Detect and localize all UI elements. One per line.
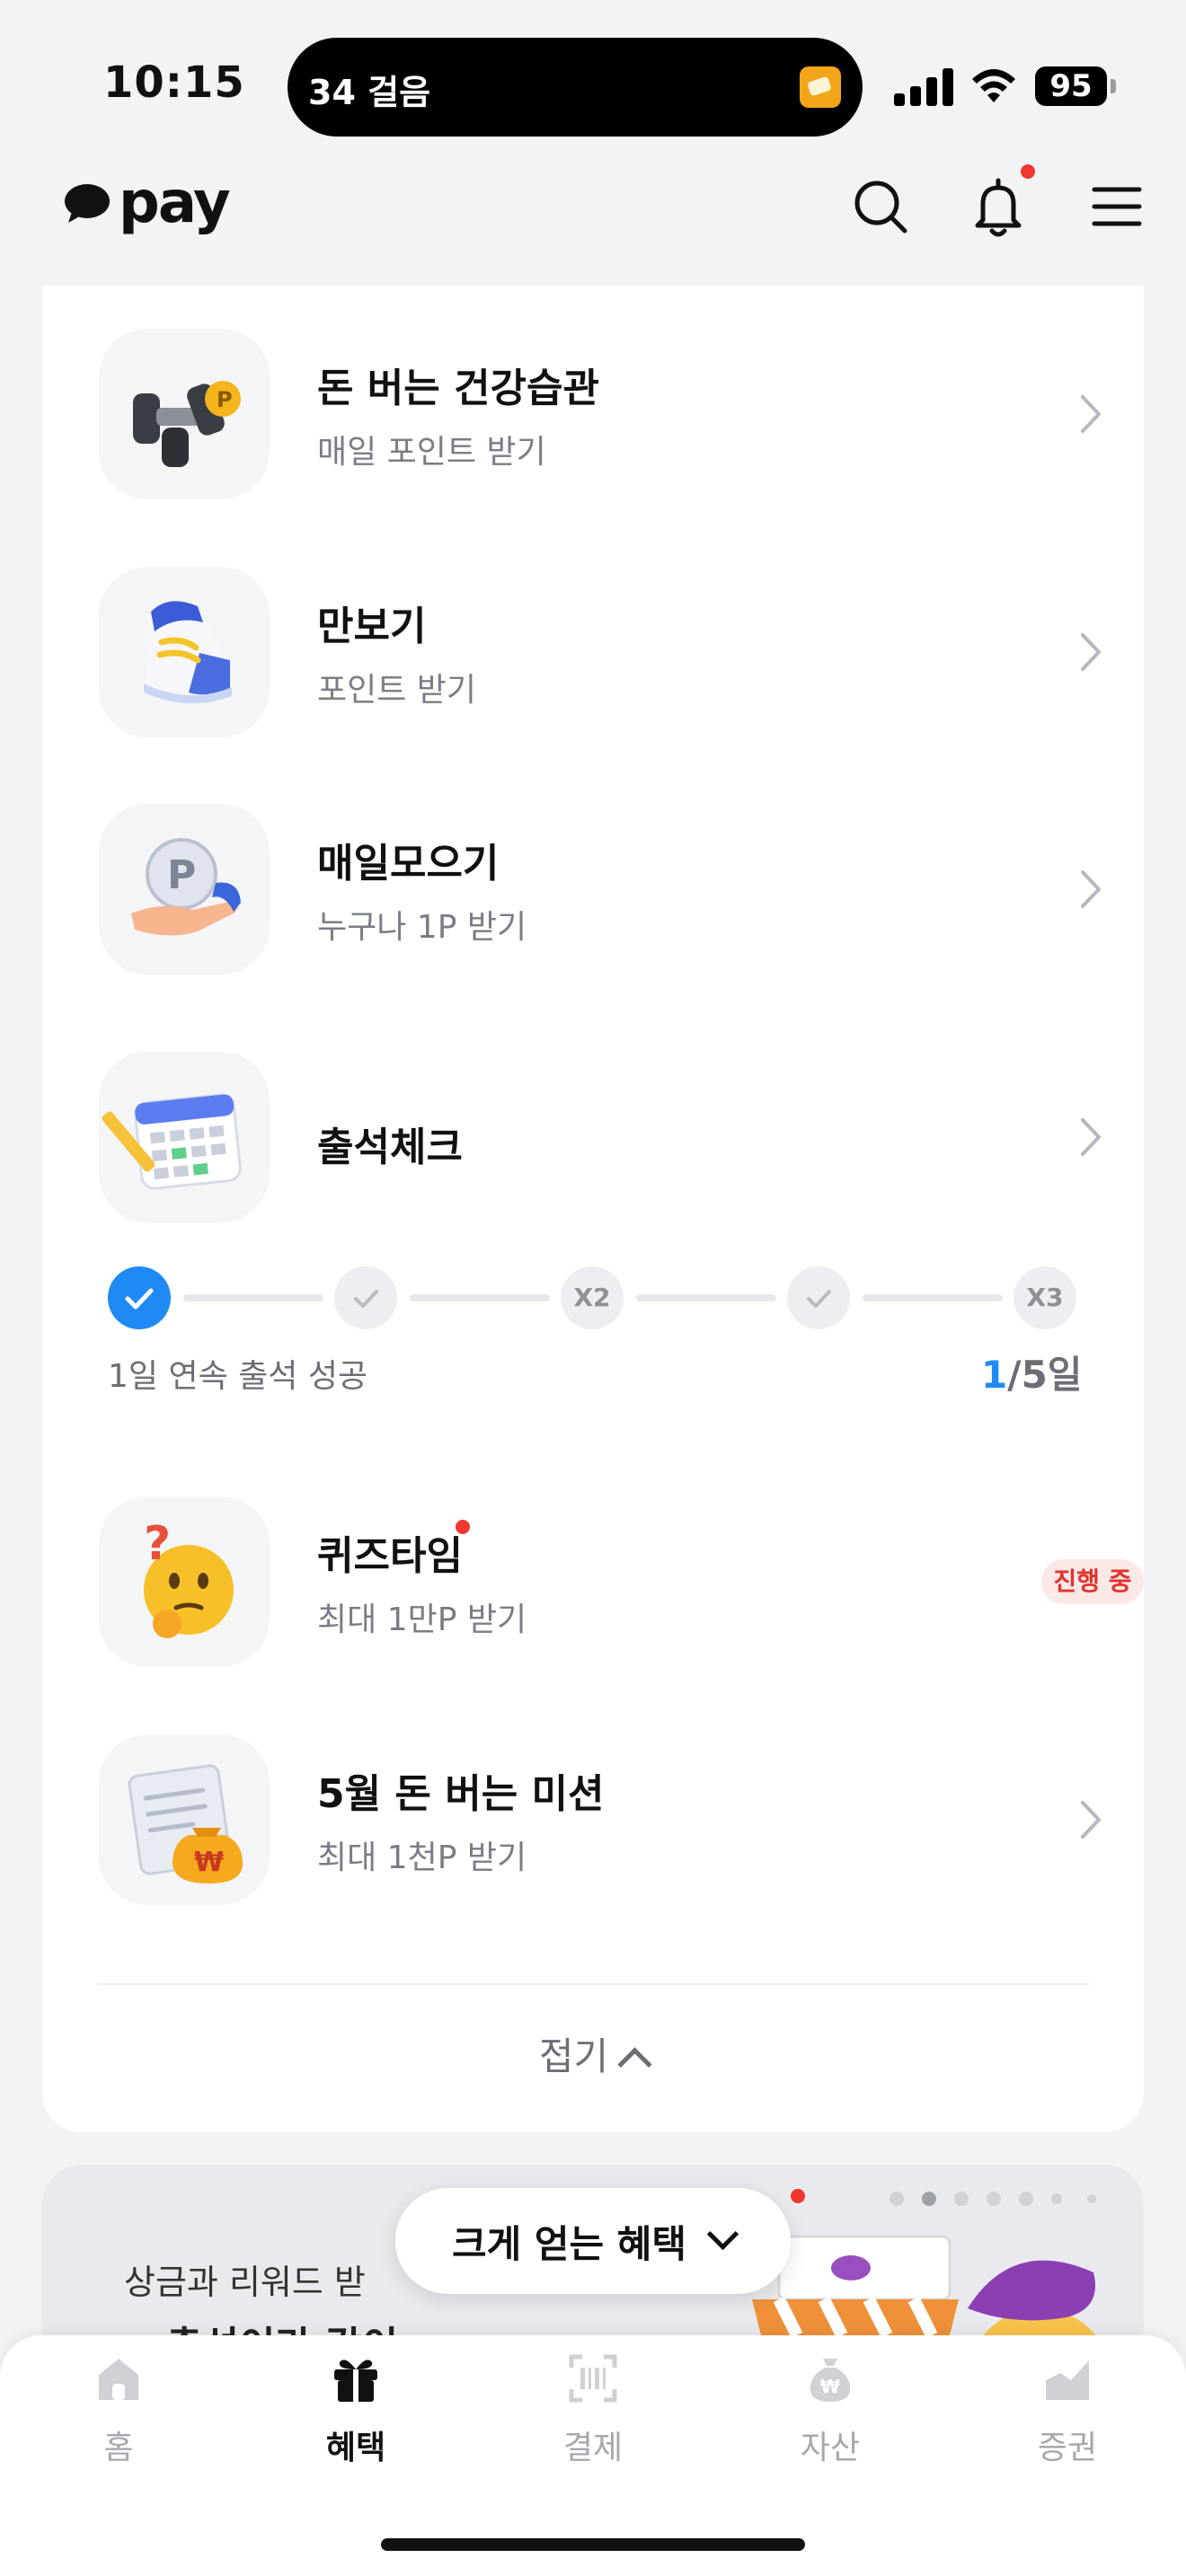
benefit-subtitle: 매일 포인트 받기 [317, 434, 546, 471]
benefit-item-attendance[interactable]: 출석체크 [57, 1052, 1102, 1222]
benefit-title: 퀴즈타임 [317, 1533, 463, 1579]
progress-track [636, 1294, 776, 1301]
chevron-right-icon [1081, 1118, 1101, 1156]
dumbbell-icon: P [99, 329, 270, 499]
new-indicator-dot [791, 2189, 805, 2203]
benefit-item-healthy-habit[interactable]: P 돈 버는 건강습관 매일 포인트 받기 [57, 329, 1102, 499]
benefit-item-pedometer[interactable]: 만보기 포인트 받기 [57, 567, 1102, 737]
chevron-right-icon [1081, 395, 1101, 433]
tab-home[interactable]: 홈 [47, 2353, 190, 2470]
battery-indicator: 95 [1035, 66, 1107, 106]
notification-dot [1021, 164, 1035, 179]
svg-text:₩: ₩ [194, 1847, 224, 1878]
benefit-subtitle: 누구나 1P 받기 [317, 909, 527, 946]
attendance-step-4-check-icon [787, 1266, 850, 1329]
fold-label: 접기 [538, 2034, 609, 2078]
benefit-item-daily-collect[interactable]: P 매일모으기 누구나 1P 받기 [57, 804, 1102, 975]
svg-text:?: ? [144, 1517, 171, 1571]
chevron-right-icon [1081, 870, 1101, 908]
fold-button[interactable]: 접기 [0, 2026, 1186, 2082]
tab-label: 자산 [800, 2430, 861, 2466]
new-indicator-dot [456, 1520, 470, 1534]
attendance-step-5-bonus: X3 [1013, 1266, 1076, 1329]
battery-tip [1111, 79, 1116, 93]
chevron-right-icon [1081, 633, 1101, 671]
attendance-step-3-bonus: X2 [561, 1266, 624, 1329]
divider [97, 1983, 1089, 1985]
benefit-item-monthly-mission[interactable]: ₩ 5월 돈 버는 미션 최대 1천P 받기 [57, 1734, 1102, 1905]
svg-text:P: P [167, 852, 196, 898]
thinking-face-icon: ? [99, 1496, 270, 1667]
chevron-right-icon [1081, 1801, 1101, 1839]
attendance-step-1-check-icon [108, 1266, 171, 1329]
benefit-title: 출석체크 [317, 1125, 463, 1170]
benefit-title: 돈 버는 건강습관 [317, 366, 599, 411]
progress-track [183, 1294, 323, 1301]
tab-payment[interactable]: 결제 [521, 2353, 665, 2470]
tab-label: 홈 [103, 2430, 134, 2466]
gift-icon [334, 2360, 377, 2402]
signal-icon [894, 66, 953, 106]
sneaker-icon [99, 567, 270, 737]
svg-text:₩: ₩ [820, 2376, 840, 2397]
bell-icon[interactable] [967, 175, 1030, 238]
benefit-subtitle: 최대 1천P 받기 [317, 1839, 527, 1876]
chevron-up-icon [617, 2047, 652, 2082]
money-bag-scroll-icon: ₩ [99, 1734, 270, 1905]
live-activity-steps: 34 걸음 [308, 73, 431, 112]
menu-icon[interactable] [1085, 175, 1148, 238]
status-bar: 10:15 34 걸음 95 [0, 0, 1186, 153]
benefit-subtitle: 최대 1만P 받기 [317, 1601, 527, 1638]
big-benefits-label: 크게 얻는 혜택 [451, 2221, 687, 2266]
chart-icon [1046, 2360, 1089, 2400]
chevron-down-icon [706, 2218, 739, 2250]
tab-label: 결제 [562, 2430, 624, 2466]
tab-assets[interactable]: ₩ 자산 [758, 2353, 902, 2470]
benefit-title: 매일모으기 [317, 841, 500, 887]
tab-securities[interactable]: 증권 [996, 2353, 1139, 2470]
attendance-count: 1/5일 [981, 1345, 1082, 1399]
wifi-icon [972, 69, 1015, 102]
attendance-step-2-check-icon [334, 1266, 397, 1329]
calendar-icon [99, 1052, 270, 1222]
barcode-icon [569, 2354, 617, 2403]
money-bag-icon: ₩ [810, 2359, 851, 2402]
benefit-title: 5월 돈 버는 미션 [317, 1771, 605, 1817]
attendance-current: 1 [981, 1353, 1008, 1397]
tab-label: 증권 [1037, 2430, 1098, 2466]
search-icon[interactable] [849, 175, 912, 238]
svg-text:P: P [217, 387, 233, 412]
home-icon [99, 2359, 138, 2400]
hand-coin-icon: P [99, 804, 270, 975]
talk-bubble-icon [65, 184, 110, 223]
live-activity-app-icon [800, 66, 841, 108]
big-benefits-button[interactable]: 크게 얻는 혜택 [395, 2188, 791, 2294]
logo-text: pay [119, 170, 231, 236]
in-progress-badge: 진행 중 [1041, 1559, 1144, 1604]
home-indicator[interactable] [381, 2538, 805, 2551]
tab-benefits[interactable]: 혜택 [284, 2353, 428, 2470]
banner-line-1: 상금과 리워드 받 [124, 2263, 366, 2302]
benefit-title: 만보기 [317, 604, 427, 649]
tab-label: 혜택 [325, 2430, 386, 2466]
attendance-message: 1일 연속 출석 성공 [108, 1358, 368, 1395]
kakaopay-logo[interactable]: pay [63, 167, 231, 239]
attendance-total: /5일 [1007, 1353, 1083, 1397]
progress-track [410, 1294, 550, 1301]
status-time: 10:15 [103, 57, 245, 108]
benefit-subtitle: 포인트 받기 [317, 672, 477, 709]
benefit-item-quiz-time[interactable]: ? 퀴즈타임 최대 1만P 받기 진행 중 [57, 1496, 1144, 1667]
progress-track [863, 1294, 1003, 1301]
